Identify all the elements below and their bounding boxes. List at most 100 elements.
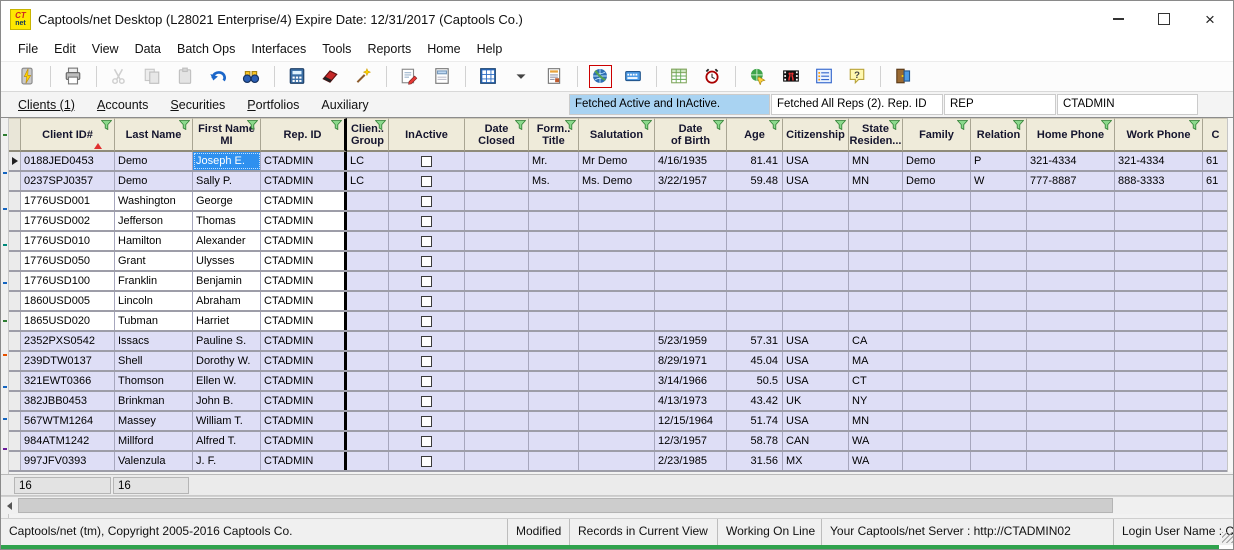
cell-closed[interactable] (465, 292, 529, 310)
filter-icon[interactable] (713, 120, 724, 130)
filter-icon[interactable] (1101, 120, 1112, 130)
filter-icon[interactable] (179, 120, 190, 130)
cell-home[interactable]: 777-8887 (1027, 172, 1115, 190)
cell-state[interactable]: MA (849, 352, 903, 370)
cell-relation[interactable] (971, 272, 1027, 290)
cell-extra[interactable] (1203, 452, 1227, 470)
cell-dob[interactable] (655, 192, 727, 210)
cell-first[interactable]: Dorothy W. (193, 352, 261, 370)
cell-extra[interactable] (1203, 312, 1227, 330)
scroll-thumb[interactable] (18, 498, 1113, 513)
cell-salutation[interactable] (579, 352, 655, 370)
cell-extra[interactable] (1203, 212, 1227, 230)
cell-work[interactable] (1115, 192, 1203, 210)
cell-group[interactable] (347, 452, 389, 470)
cell-inactive[interactable] (389, 452, 465, 470)
cell-id[interactable]: 984ATM1242 (21, 432, 115, 450)
cell-family[interactable] (903, 452, 971, 470)
cell-closed[interactable] (465, 392, 529, 410)
inactive-checkbox[interactable] (421, 155, 432, 167)
cell-group[interactable]: LC (347, 152, 389, 170)
cell-id[interactable]: 2352PXS0542 (21, 332, 115, 350)
cell-extra[interactable] (1203, 392, 1227, 410)
calc-sheet-icon[interactable] (670, 67, 689, 86)
tab-portfolios[interactable]: Portfolios (236, 98, 310, 112)
cell-salutation[interactable] (579, 212, 655, 230)
cell-state[interactable] (849, 312, 903, 330)
cell-dob[interactable]: 4/13/1973 (655, 392, 727, 410)
cell-extra[interactable] (1203, 332, 1227, 350)
cell-closed[interactable] (465, 172, 529, 190)
cell-rep[interactable]: CTADMIN (261, 272, 347, 290)
cell-age[interactable]: 59.48 (727, 172, 783, 190)
resize-grip[interactable] (1222, 532, 1233, 543)
col-header-closed[interactable]: Date Closed (465, 118, 529, 152)
filter-icon[interactable] (247, 120, 258, 130)
cell-closed[interactable] (465, 432, 529, 450)
cell-work[interactable]: 888-3333 (1115, 172, 1203, 190)
web-publish-icon[interactable] (749, 67, 768, 86)
cell-dob[interactable] (655, 312, 727, 330)
cell-first[interactable]: Harriet (193, 312, 261, 330)
cell-citizenship[interactable] (783, 252, 849, 270)
cell-inactive[interactable] (389, 232, 465, 250)
row-selector[interactable] (9, 232, 21, 250)
row-selector[interactable] (9, 412, 21, 430)
cell-citizenship[interactable]: USA (783, 152, 849, 170)
cell-relation[interactable] (971, 292, 1027, 310)
row-selector[interactable] (9, 432, 21, 450)
cut-icon[interactable] (110, 67, 129, 86)
cell-first[interactable]: Ulysses (193, 252, 261, 270)
cell-form[interactable] (529, 292, 579, 310)
inactive-checkbox[interactable] (421, 275, 432, 287)
scroll-left-button[interactable] (1, 497, 18, 514)
cell-relation[interactable] (971, 452, 1027, 470)
cell-closed[interactable] (465, 272, 529, 290)
cell-home[interactable] (1027, 332, 1115, 350)
col-header-salutation[interactable]: Salutation (579, 118, 655, 152)
cell-family[interactable] (903, 292, 971, 310)
cell-citizenship[interactable]: USA (783, 412, 849, 430)
cell-group[interactable] (347, 412, 389, 430)
cell-closed[interactable] (465, 252, 529, 270)
cell-last[interactable]: Hamilton (115, 232, 193, 250)
cell-closed[interactable] (465, 452, 529, 470)
cell-closed[interactable] (465, 152, 529, 170)
cell-relation[interactable] (971, 352, 1027, 370)
cell-salutation[interactable] (579, 312, 655, 330)
cell-id[interactable]: 567WTM1264 (21, 412, 115, 430)
close-button[interactable]: × (1187, 1, 1233, 37)
internet-globe-icon[interactable] (589, 65, 612, 88)
cell-last[interactable]: Issacs (115, 332, 193, 350)
remote-keyboard-icon[interactable] (624, 67, 643, 86)
cell-work[interactable] (1115, 312, 1203, 330)
inactive-checkbox[interactable] (421, 415, 432, 427)
cell-home[interactable] (1027, 452, 1115, 470)
cell-work[interactable] (1115, 332, 1203, 350)
row-selector[interactable] (9, 352, 21, 370)
cell-first[interactable]: Joseph E. (193, 152, 261, 170)
cell-form[interactable] (529, 232, 579, 250)
cell-home[interactable] (1027, 232, 1115, 250)
cell-inactive[interactable] (389, 192, 465, 210)
minimize-button[interactable] (1095, 1, 1141, 37)
cell-citizenship[interactable]: MX (783, 452, 849, 470)
cell-citizenship[interactable] (783, 292, 849, 310)
cell-form[interactable] (529, 392, 579, 410)
cell-age[interactable] (727, 312, 783, 330)
cell-extra[interactable] (1203, 252, 1227, 270)
row-selector[interactable] (9, 452, 21, 470)
cell-rep[interactable]: CTADMIN (261, 292, 347, 310)
cell-last[interactable]: Millford (115, 432, 193, 450)
edit-record-icon[interactable] (400, 67, 419, 86)
cell-inactive[interactable] (389, 372, 465, 390)
cell-salutation[interactable] (579, 452, 655, 470)
cell-home[interactable] (1027, 372, 1115, 390)
cell-rep[interactable]: CTADMIN (261, 432, 347, 450)
col-header-home[interactable]: Home Phone (1027, 118, 1115, 152)
filter-icon[interactable] (889, 120, 900, 130)
cell-id[interactable]: 1865USD020 (21, 312, 115, 330)
cell-inactive[interactable] (389, 252, 465, 270)
menu-interfaces[interactable]: Interfaces (243, 39, 314, 59)
cell-id[interactable]: 1776USD001 (21, 192, 115, 210)
